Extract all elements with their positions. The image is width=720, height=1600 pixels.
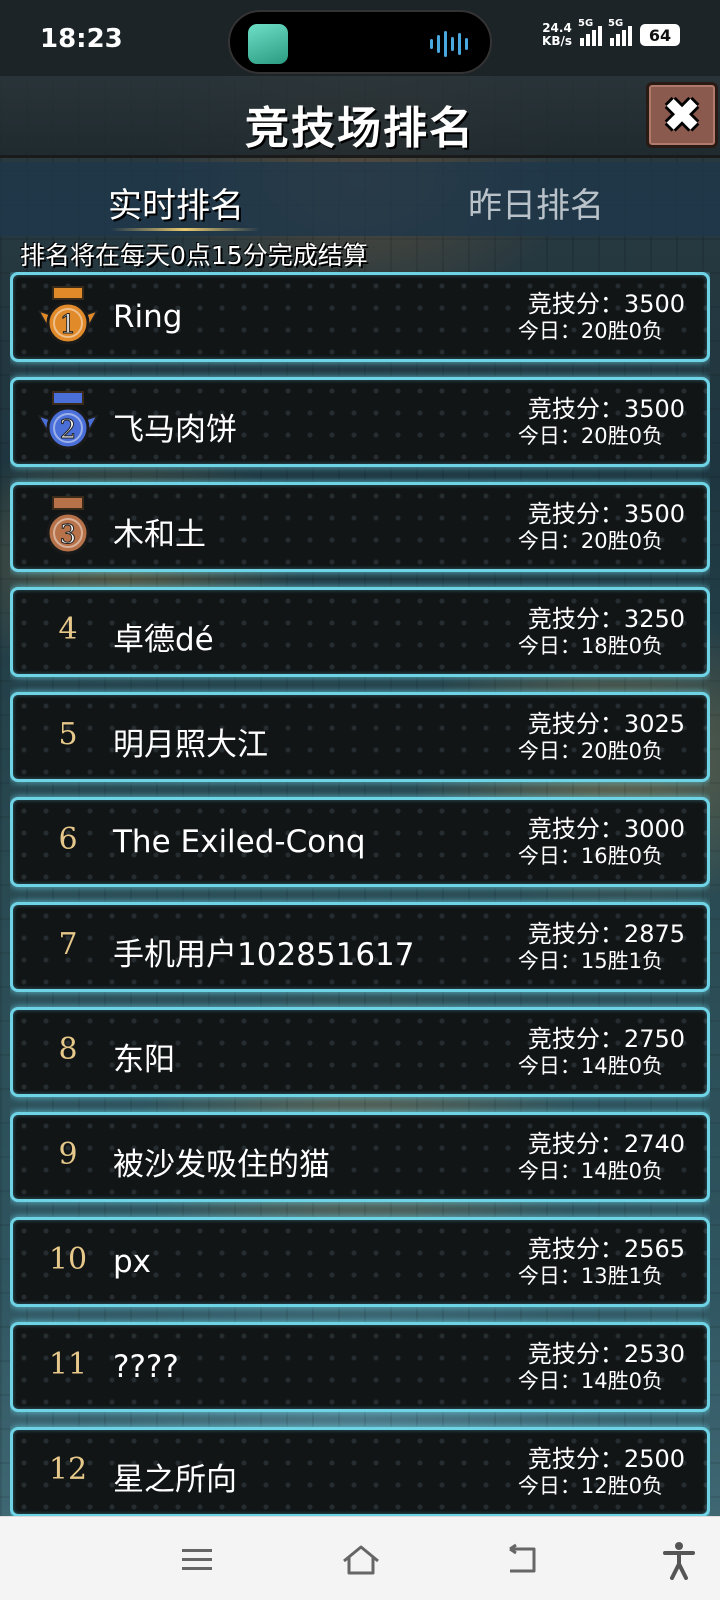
network-speed: 24.4 KB/s — [542, 21, 572, 48]
player-name: px — [113, 1244, 152, 1280]
gold-medal-icon: 1 — [37, 285, 99, 351]
rank-number: 12 — [48, 1452, 88, 1487]
tab-realtime-ranking[interactable]: 实时排名 — [108, 178, 244, 227]
arena-score: 竞技分：2875 — [527, 920, 685, 948]
dynamic-island — [228, 10, 492, 74]
ranking-row[interactable]: 12 星之所向 竞技分：2500 今日：12胜0负 — [10, 1427, 710, 1516]
arena-score: 竞技分：2750 — [527, 1025, 685, 1053]
rank-number: 6 — [58, 822, 78, 857]
home-icon[interactable] — [336, 1535, 386, 1585]
close-button[interactable]: ✖ — [646, 82, 718, 148]
arena-score: 竞技分：2565 — [527, 1235, 685, 1263]
status-indicators: 24.4 KB/s 5G 5G 64 — [542, 18, 680, 48]
audio-wave-icon — [430, 30, 468, 58]
rank-number: 9 — [58, 1137, 78, 1172]
rank-number: 3 — [60, 520, 77, 550]
arena-score: 竞技分：3500 — [527, 395, 685, 423]
ranking-row[interactable]: 1 Ring 竞技分：3500 今日：20胜0负 — [10, 272, 710, 362]
arena-score: 竞技分：3500 — [527, 500, 685, 528]
close-icon: ✖ — [662, 88, 702, 142]
ranking-row[interactable]: 10 px 竞技分：2565 今日：13胜1负 — [10, 1217, 710, 1307]
today-record: 今日：13胜1负 — [517, 1264, 663, 1288]
player-name: Ring — [113, 299, 183, 335]
arena-score: 竞技分：2500 — [527, 1445, 685, 1473]
signal-icon: 5G — [608, 18, 632, 46]
today-record: 今日：16胜0负 — [517, 844, 663, 868]
silver-medal-icon: 2 — [37, 390, 99, 456]
rank-number: 10 — [48, 1242, 88, 1277]
arena-score: 竞技分：3000 — [527, 815, 685, 843]
arena-score: 竞技分：3500 — [527, 290, 685, 318]
rank-number: 7 — [58, 927, 78, 962]
ranking-row[interactable]: 9 被沙发吸住的猫 竞技分：2740 今日：14胜0负 — [10, 1112, 710, 1202]
ranking-row[interactable]: 3 木和土 竞技分：3500 今日：20胜0负 — [10, 482, 710, 572]
ranking-row[interactable]: 2 飞马肉饼 竞技分：3500 今日：20胜0负 — [10, 377, 710, 467]
menu-icon[interactable] — [172, 1535, 222, 1585]
back-icon[interactable] — [496, 1535, 546, 1585]
system-nav-bar — [0, 1516, 720, 1600]
ranking-row[interactable]: 11???? 竞技分：2530 今日：14胜0负 — [10, 1322, 710, 1412]
player-name: ???? — [113, 1349, 179, 1385]
arena-score: 竞技分：2740 — [527, 1130, 685, 1158]
tab-yesterday-ranking[interactable]: 昨日排名 — [468, 178, 604, 227]
player-name: 手机用户102851617 — [113, 937, 415, 973]
arena-score: 竞技分：2530 — [527, 1340, 685, 1368]
ranking-row[interactable]: 7 手机用户102851617 竞技分：2875 今日：15胜1负 — [10, 902, 710, 992]
rank-number: 2 — [60, 415, 77, 445]
arena-score: 竞技分：3025 — [527, 710, 685, 738]
player-name: 木和土 — [113, 517, 206, 553]
status-bar: 18:23 24.4 KB/s 5G 5G 64 — [0, 0, 720, 76]
today-record: 今日：14胜0负 — [517, 1054, 663, 1078]
today-record: 今日：20胜0负 — [517, 319, 663, 343]
today-record: 今日：18胜0负 — [517, 634, 663, 658]
player-name: 星之所向 — [113, 1462, 237, 1498]
player-name: 东阳 — [113, 1042, 175, 1078]
bronze-medal-icon: 3 — [37, 495, 99, 561]
today-record: 今日：14胜0负 — [517, 1369, 663, 1393]
ranking-list[interactable]: 1 Ring 竞技分：3500 今日：20胜0负 2 飞马肉饼 竞技分：3500 今日：20胜… — [10, 272, 710, 1516]
rank-number: 8 — [58, 1032, 78, 1067]
accessibility-icon[interactable] — [654, 1535, 704, 1585]
rank-number: 1 — [60, 310, 77, 340]
rank-number: 11 — [48, 1347, 88, 1382]
ranking-row[interactable]: 4 卓德dé 竞技分：3250 今日：18胜0负 — [10, 587, 710, 677]
today-record: 今日：20胜0负 — [517, 529, 663, 553]
tab-bar: 实时排名 昨日排名 — [0, 162, 720, 236]
page-title: 竞技场排名 — [245, 103, 475, 154]
ranking-row[interactable]: 5 明月照大江 竞技分：3025 今日：20胜0负 — [10, 692, 710, 782]
header: 竞技场排名 — [0, 76, 720, 158]
player-name: 飞马肉饼 — [113, 412, 237, 448]
today-record: 今日：15胜1负 — [517, 949, 663, 973]
rank-number: 4 — [58, 612, 78, 647]
signal-icon: 5G — [578, 18, 602, 46]
arena-score: 竞技分：3250 — [527, 605, 685, 633]
ranking-row[interactable]: 6 The Exiled-Conq 竞技分：3000 今日：16胜0负 — [10, 797, 710, 887]
settlement-notice: 排名将在每天0点15分完成结算 — [20, 241, 368, 270]
active-tab-indicator — [110, 228, 260, 231]
status-time: 18:23 — [40, 24, 123, 54]
player-name: 被沙发吸住的猫 — [113, 1147, 330, 1183]
app-icon — [248, 24, 288, 64]
today-record: 今日：20胜0负 — [517, 424, 663, 448]
today-record: 今日：14胜0负 — [517, 1159, 663, 1183]
rank-number: 5 — [58, 717, 78, 752]
ranking-row[interactable]: 8 东阳 竞技分：2750 今日：14胜0负 — [10, 1007, 710, 1097]
battery-icon: 64 — [640, 24, 680, 46]
today-record: 今日：20胜0负 — [517, 739, 663, 763]
player-name: 明月照大江 — [113, 727, 268, 763]
today-record: 今日：12胜0负 — [517, 1474, 663, 1498]
player-name: 卓德dé — [113, 622, 214, 658]
player-name: The Exiled-Conq — [113, 824, 366, 860]
